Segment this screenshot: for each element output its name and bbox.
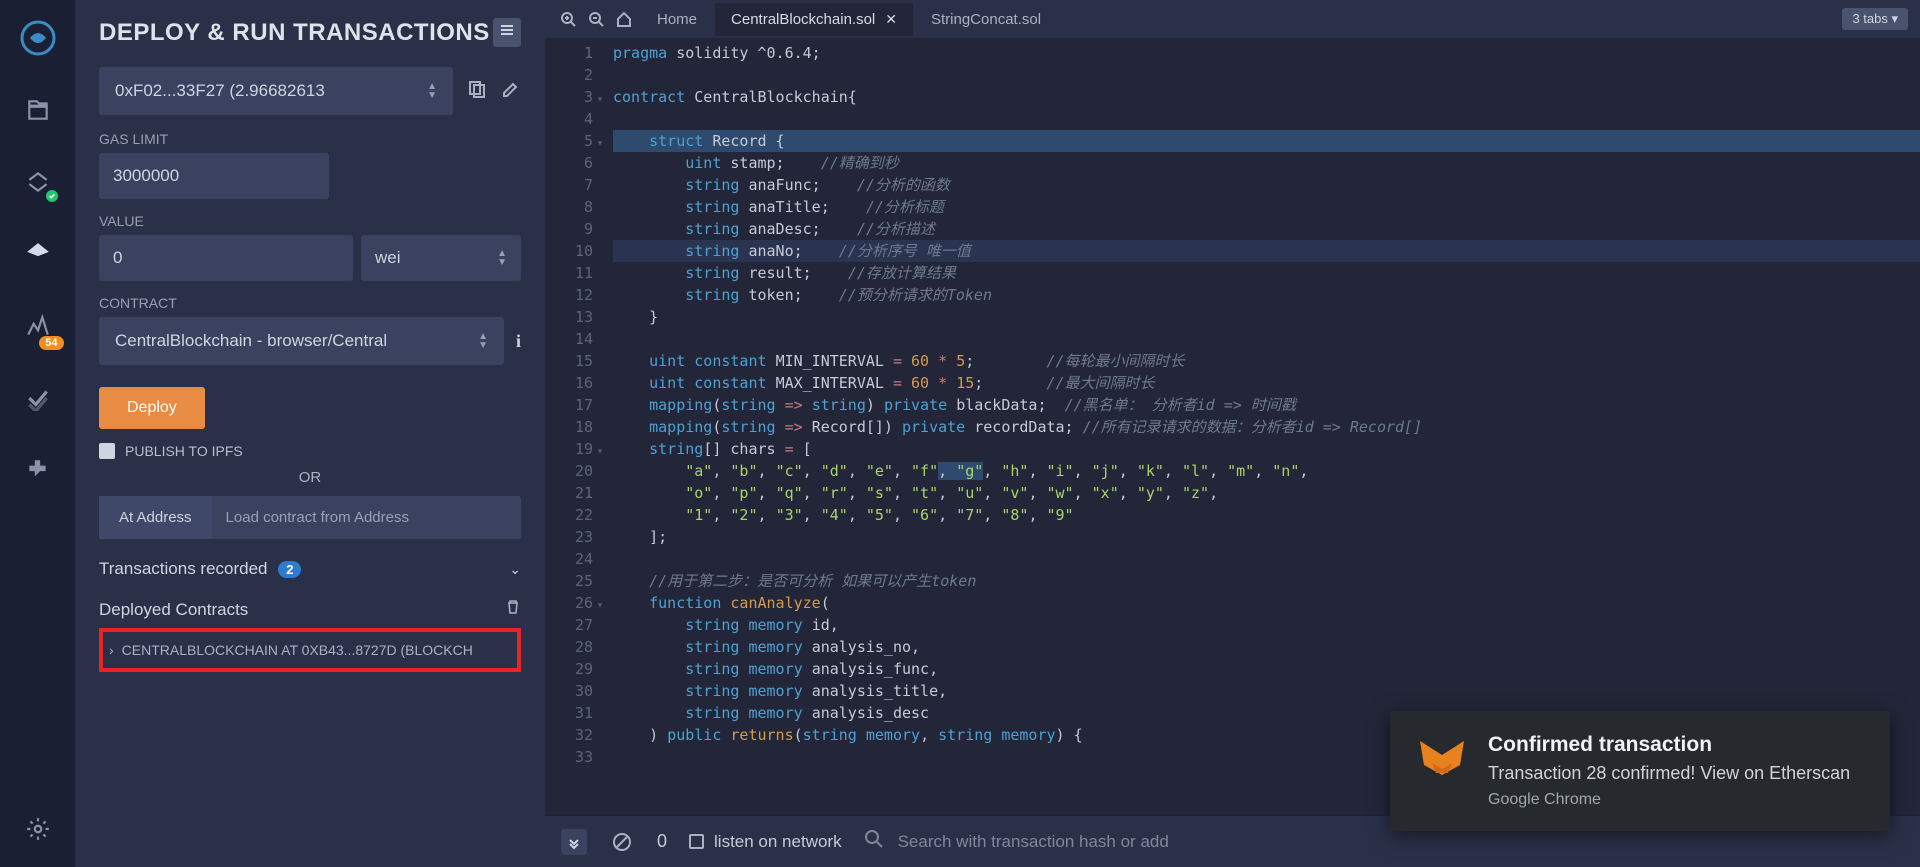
gas-limit-input[interactable] <box>99 153 329 199</box>
copy-icon[interactable] <box>467 79 487 104</box>
toast-title: Confirmed transaction <box>1488 733 1866 757</box>
analysis-badge: 54 <box>39 336 63 350</box>
deployed-contracts-label: Deployed Contracts <box>99 600 248 620</box>
home-tab-icon[interactable] <box>613 8 635 30</box>
contract-label: CONTRACT <box>99 295 521 311</box>
chevron-down-icon[interactable]: ⌄ <box>509 561 521 578</box>
code-area[interactable]: 123▾45▾678910111213141516171819▾20212223… <box>545 38 1920 815</box>
value-unit-select[interactable]: wei▲▼ <box>361 235 521 281</box>
account-select[interactable]: 0xF02...33F27 (2.96682613▲▼ <box>99 67 453 115</box>
tx-count-badge: 2 <box>278 561 301 578</box>
metamask-icon <box>1414 733 1470 789</box>
at-address-input[interactable]: Load contract from Address <box>212 496 521 539</box>
panel-title: DEPLOY & RUN TRANSACTIONS <box>99 19 490 47</box>
deploy-panel: DEPLOY & RUN TRANSACTIONS 0xF02...33F27 … <box>75 0 545 867</box>
zoom-in-icon[interactable] <box>557 8 579 30</box>
search-icon[interactable] <box>864 829 884 854</box>
chevron-right-icon: › <box>109 642 114 658</box>
toast-app: Google Chrome <box>1488 791 1866 809</box>
or-text: OR <box>99 469 521 486</box>
at-address-button[interactable]: At Address <box>99 496 212 539</box>
info-icon[interactable]: i <box>516 331 521 352</box>
compile-ok-badge <box>44 188 60 204</box>
icon-sidebar: 54 <box>0 0 75 867</box>
deploy-button[interactable]: Deploy <box>99 387 205 429</box>
editor-tabs: Home CentralBlockchain.sol✕ StringConcat… <box>545 0 1920 38</box>
tabs-count[interactable]: 3 tabs ▾ <box>1842 8 1908 30</box>
plugin-icon[interactable] <box>18 450 58 490</box>
listen-label: listen on network <box>714 832 842 852</box>
clear-icon[interactable] <box>609 829 635 855</box>
tab-central[interactable]: CentralBlockchain.sol✕ <box>715 3 913 36</box>
debugger-icon[interactable] <box>18 378 58 418</box>
gas-limit-label: GAS LIMIT <box>99 131 521 147</box>
deploy-icon[interactable] <box>18 234 58 274</box>
notification-toast[interactable]: Confirmed transaction Transaction 28 con… <box>1390 711 1890 831</box>
deployed-contract-item[interactable]: › CENTRALBLOCKCHAIN AT 0XB43...8727D (BL… <box>99 628 521 672</box>
tab-home[interactable]: Home <box>641 3 713 36</box>
tx-recorded-label: Transactions recorded <box>99 559 268 578</box>
remix-logo-icon[interactable] <box>18 18 58 58</box>
terminal-expand-icon[interactable] <box>561 829 587 855</box>
value-label: VALUE <box>99 213 521 229</box>
trash-icon[interactable] <box>505 599 521 620</box>
settings-icon[interactable] <box>18 809 58 849</box>
publish-label: PUBLISH TO IPFS <box>125 443 243 459</box>
zoom-out-icon[interactable] <box>585 8 607 30</box>
value-input[interactable] <box>99 235 353 281</box>
listen-checkbox[interactable] <box>689 834 704 849</box>
toast-message: Transaction 28 confirmed! View on Ethers… <box>1488 761 1866 785</box>
panel-menu-icon[interactable] <box>493 18 521 47</box>
terminal-search-input[interactable]: Search with transaction hash or add <box>898 832 1904 852</box>
compiler-icon[interactable] <box>18 162 58 202</box>
edit-icon[interactable] <box>501 79 521 104</box>
contract-select[interactable]: CentralBlockchain - browser/Central▲▼ <box>99 317 504 365</box>
close-icon[interactable]: ✕ <box>885 11 897 28</box>
tab-stringconcat[interactable]: StringConcat.sol <box>915 3 1057 36</box>
pending-count: 0 <box>657 831 667 852</box>
publish-checkbox[interactable] <box>99 443 115 459</box>
analysis-icon[interactable]: 54 <box>18 306 58 346</box>
file-explorer-icon[interactable] <box>18 90 58 130</box>
